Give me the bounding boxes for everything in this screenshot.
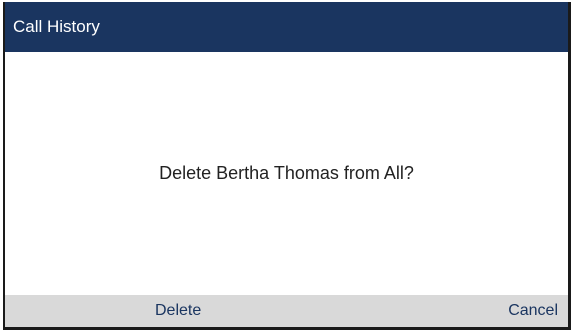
confirmation-message: Delete Bertha Thomas from All? (153, 159, 420, 188)
phone-screen: Call History Delete Bertha Thomas from A… (3, 2, 571, 330)
delete-button[interactable]: Delete (155, 302, 201, 320)
title-bar: Call History (5, 2, 568, 52)
cancel-button[interactable]: Cancel (508, 302, 558, 320)
confirmation-dialog: Delete Bertha Thomas from All? (5, 52, 568, 295)
softkey-bar: Delete Cancel (5, 295, 568, 327)
page-title: Call History (13, 17, 100, 36)
